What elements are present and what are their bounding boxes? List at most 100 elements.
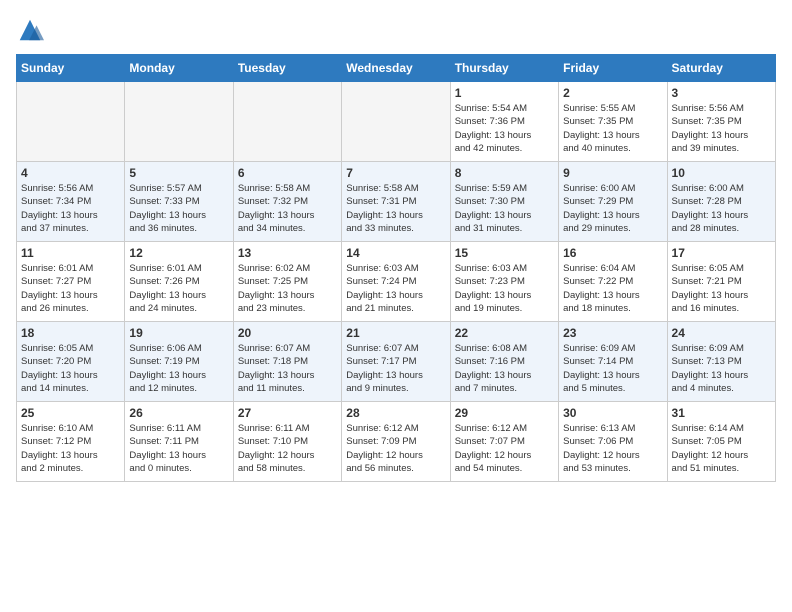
calendar-cell: 12 Sunrise: 6:01 AM Sunset: 7:26 PM Dayli…	[125, 242, 233, 322]
weekday-header: Monday	[125, 55, 233, 82]
calendar-cell	[125, 82, 233, 162]
calendar-week-row: 4Sunrise: 5:56 AM Sunset: 7:34 PM Daylig…	[17, 162, 776, 242]
calendar-cell: 26 Sunrise: 6:11 AM Sunset: 7:11 PM Dayli…	[125, 402, 233, 482]
calendar-cell: 15 Sunrise: 6:03 AM Sunset: 7:23 PM Dayli…	[450, 242, 558, 322]
day-info: Sunrise: 6:07 AM Sunset: 7:17 PM Dayligh…	[346, 342, 445, 395]
day-number: 29	[455, 406, 554, 420]
day-number: 31	[672, 406, 771, 420]
day-info: Sunrise: 6:05 AM Sunset: 7:20 PM Dayligh…	[21, 342, 120, 395]
day-info: Sunrise: 6:05 AM Sunset: 7:21 PM Dayligh…	[672, 262, 771, 315]
calendar-cell: 3 Sunrise: 5:56 AM Sunset: 7:35 PM Daylig…	[667, 82, 775, 162]
day-info: Sunrise: 5:58 AM Sunset: 7:31 PM Dayligh…	[346, 182, 445, 235]
calendar-cell: 23 Sunrise: 6:09 AM Sunset: 7:14 PM Dayli…	[559, 322, 667, 402]
day-number: 9	[563, 166, 662, 180]
day-number: 20	[238, 326, 337, 340]
day-number: 2	[563, 86, 662, 100]
day-info: Sunrise: 6:04 AM Sunset: 7:22 PM Dayligh…	[563, 262, 662, 315]
day-number: 3	[672, 86, 771, 100]
day-number: 11	[21, 246, 120, 260]
day-number: 14	[346, 246, 445, 260]
day-number: 1	[455, 86, 554, 100]
day-info: Sunrise: 5:59 AM Sunset: 7:30 PM Dayligh…	[455, 182, 554, 235]
day-number: 24	[672, 326, 771, 340]
calendar-cell: 17 Sunrise: 6:05 AM Sunset: 7:21 PM Dayli…	[667, 242, 775, 322]
calendar-cell: 10Sunrise: 6:00 AM Sunset: 7:28 PM Dayli…	[667, 162, 775, 242]
calendar-cell: 31 Sunrise: 6:14 AM Sunset: 7:05 PM Dayli…	[667, 402, 775, 482]
day-number: 16	[563, 246, 662, 260]
weekday-header-row: SundayMondayTuesdayWednesdayThursdayFrid…	[17, 55, 776, 82]
calendar-cell: 27 Sunrise: 6:11 AM Sunset: 7:10 PM Dayli…	[233, 402, 341, 482]
day-number: 27	[238, 406, 337, 420]
day-info: Sunrise: 6:01 AM Sunset: 7:26 PM Dayligh…	[129, 262, 228, 315]
day-info: Sunrise: 6:12 AM Sunset: 7:07 PM Dayligh…	[455, 422, 554, 475]
day-info: Sunrise: 6:11 AM Sunset: 7:10 PM Dayligh…	[238, 422, 337, 475]
calendar-cell: 24 Sunrise: 6:09 AM Sunset: 7:13 PM Dayli…	[667, 322, 775, 402]
calendar-cell: 4Sunrise: 5:56 AM Sunset: 7:34 PM Daylig…	[17, 162, 125, 242]
day-info: Sunrise: 5:56 AM Sunset: 7:35 PM Dayligh…	[672, 102, 771, 155]
day-number: 5	[129, 166, 228, 180]
calendar-cell: 13 Sunrise: 6:02 AM Sunset: 7:25 PM Dayli…	[233, 242, 341, 322]
calendar-cell: 30 Sunrise: 6:13 AM Sunset: 7:06 PM Dayli…	[559, 402, 667, 482]
day-info: Sunrise: 6:08 AM Sunset: 7:16 PM Dayligh…	[455, 342, 554, 395]
calendar-cell: 19 Sunrise: 6:06 AM Sunset: 7:19 PM Dayli…	[125, 322, 233, 402]
page-header	[16, 16, 776, 44]
logo-icon	[16, 16, 44, 44]
calendar-cell: 7 Sunrise: 5:58 AM Sunset: 7:31 PM Daylig…	[342, 162, 450, 242]
calendar-week-row: 11 Sunrise: 6:01 AM Sunset: 7:27 PM Dayli…	[17, 242, 776, 322]
day-info: Sunrise: 6:03 AM Sunset: 7:24 PM Dayligh…	[346, 262, 445, 315]
day-info: Sunrise: 5:57 AM Sunset: 7:33 PM Dayligh…	[129, 182, 228, 235]
day-number: 28	[346, 406, 445, 420]
weekday-header: Saturday	[667, 55, 775, 82]
calendar-cell: 21 Sunrise: 6:07 AM Sunset: 7:17 PM Dayli…	[342, 322, 450, 402]
calendar-cell: 16 Sunrise: 6:04 AM Sunset: 7:22 PM Dayli…	[559, 242, 667, 322]
calendar-week-row: 25Sunrise: 6:10 AM Sunset: 7:12 PM Dayli…	[17, 402, 776, 482]
day-info: Sunrise: 5:55 AM Sunset: 7:35 PM Dayligh…	[563, 102, 662, 155]
day-number: 30	[563, 406, 662, 420]
day-info: Sunrise: 6:03 AM Sunset: 7:23 PM Dayligh…	[455, 262, 554, 315]
calendar-cell: 20 Sunrise: 6:07 AM Sunset: 7:18 PM Dayli…	[233, 322, 341, 402]
day-info: Sunrise: 6:13 AM Sunset: 7:06 PM Dayligh…	[563, 422, 662, 475]
calendar-cell: 22 Sunrise: 6:08 AM Sunset: 7:16 PM Dayli…	[450, 322, 558, 402]
day-number: 21	[346, 326, 445, 340]
day-info: Sunrise: 6:01 AM Sunset: 7:27 PM Dayligh…	[21, 262, 120, 315]
day-number: 8	[455, 166, 554, 180]
calendar-cell: 11 Sunrise: 6:01 AM Sunset: 7:27 PM Dayli…	[17, 242, 125, 322]
calendar-cell: 14 Sunrise: 6:03 AM Sunset: 7:24 PM Dayli…	[342, 242, 450, 322]
calendar-cell: 5 Sunrise: 5:57 AM Sunset: 7:33 PM Daylig…	[125, 162, 233, 242]
calendar-cell: 18 Sunrise: 6:05 AM Sunset: 7:20 PM Dayli…	[17, 322, 125, 402]
day-info: Sunrise: 6:07 AM Sunset: 7:18 PM Dayligh…	[238, 342, 337, 395]
day-number: 17	[672, 246, 771, 260]
day-info: Sunrise: 5:54 AM Sunset: 7:36 PM Dayligh…	[455, 102, 554, 155]
day-number: 15	[455, 246, 554, 260]
weekday-header: Wednesday	[342, 55, 450, 82]
day-number: 23	[563, 326, 662, 340]
calendar-cell	[17, 82, 125, 162]
day-info: Sunrise: 6:14 AM Sunset: 7:05 PM Dayligh…	[672, 422, 771, 475]
weekday-header: Tuesday	[233, 55, 341, 82]
day-info: Sunrise: 6:11 AM Sunset: 7:11 PM Dayligh…	[129, 422, 228, 475]
day-number: 6	[238, 166, 337, 180]
day-number: 12	[129, 246, 228, 260]
weekday-header: Thursday	[450, 55, 558, 82]
calendar-cell: 25Sunrise: 6:10 AM Sunset: 7:12 PM Dayli…	[17, 402, 125, 482]
calendar-table: SundayMondayTuesdayWednesdayThursdayFrid…	[16, 54, 776, 482]
day-info: Sunrise: 6:06 AM Sunset: 7:19 PM Dayligh…	[129, 342, 228, 395]
day-number: 26	[129, 406, 228, 420]
logo	[16, 16, 48, 44]
calendar-week-row: 1 Sunrise: 5:54 AM Sunset: 7:36 PM Daylig…	[17, 82, 776, 162]
calendar-cell: 1 Sunrise: 5:54 AM Sunset: 7:36 PM Daylig…	[450, 82, 558, 162]
calendar-cell	[342, 82, 450, 162]
day-info: Sunrise: 6:09 AM Sunset: 7:14 PM Dayligh…	[563, 342, 662, 395]
day-number: 7	[346, 166, 445, 180]
day-info: Sunrise: 5:58 AM Sunset: 7:32 PM Dayligh…	[238, 182, 337, 235]
calendar-cell: 9Sunrise: 6:00 AM Sunset: 7:29 PM Daylig…	[559, 162, 667, 242]
calendar-week-row: 18 Sunrise: 6:05 AM Sunset: 7:20 PM Dayli…	[17, 322, 776, 402]
day-info: Sunrise: 6:02 AM Sunset: 7:25 PM Dayligh…	[238, 262, 337, 315]
day-info: Sunrise: 6:00 AM Sunset: 7:28 PM Dayligh…	[672, 182, 771, 235]
day-number: 19	[129, 326, 228, 340]
day-number: 22	[455, 326, 554, 340]
day-number: 18	[21, 326, 120, 340]
day-info: Sunrise: 6:09 AM Sunset: 7:13 PM Dayligh…	[672, 342, 771, 395]
day-number: 13	[238, 246, 337, 260]
calendar-cell: 29 Sunrise: 6:12 AM Sunset: 7:07 PM Dayli…	[450, 402, 558, 482]
